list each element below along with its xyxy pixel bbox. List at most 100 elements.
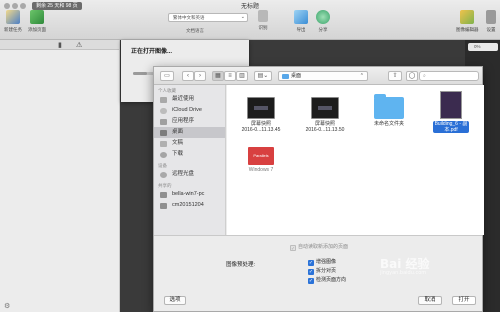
option-label: 检测页面方向 [316,277,347,283]
sidebar-item-remote-disc[interactable]: 远程光盘 [154,169,225,180]
sidebar-item-desktop[interactable]: 桌面 [154,127,225,138]
new-task-label: 新建任务 [4,27,22,32]
gear-icon[interactable]: ⚙ [4,302,10,310]
add-page-label: 添加页面 [28,27,46,32]
zoom-window-button[interactable] [20,3,26,9]
chevron-updown-icon: ⌃ [359,73,364,79]
sidebar-item-label: 最近使用 [172,96,195,102]
icon-view-button[interactable]: ▦ [212,71,224,81]
language-value: 繁体中文和英语 [173,15,205,20]
sidebar-item-label: bella-win7-pc [172,191,205,197]
export-icon [294,10,308,24]
sidebar-item-label: 应用程序 [172,118,195,124]
list-view-button[interactable]: ≡ [224,71,236,81]
file-name: 未命名文件夹 [373,121,404,127]
file-item[interactable]: 屏幕快照 2016-0...11.13.45 [231,97,291,133]
export-button[interactable]: 导出 [294,10,308,33]
folder-item[interactable]: 未命名文件夹 [359,94,419,127]
arrange-button[interactable]: ▤⌄ [254,71,272,81]
warning-icon[interactable]: ⚠ [76,41,82,49]
applications-icon [160,119,167,125]
sidebar-item-documents[interactable]: 文稿 [154,138,225,149]
parallels-vm-icon: Parallels [248,147,274,165]
search-field[interactable]: ⌕ [419,71,479,81]
file-name: 屏幕快照 2016-0...11.13.50 [305,121,345,133]
sidebar-item-applications[interactable]: 应用程序 [154,116,225,127]
split-pages-checkbox[interactable]: ✓ 拆分对页 [308,268,336,276]
enhance-image-checkbox[interactable]: ✓ 增强图像 [308,259,336,267]
location-popup[interactable]: 桌面 ⌃ [278,71,368,81]
recognize-icon [258,10,268,22]
document-icon[interactable]: ▮ [58,41,62,49]
file-item[interactable]: 屏幕快照 2016-0...11.13.50 [295,97,355,133]
computer-icon [160,192,167,198]
document-language-select[interactable]: 繁体中文和英语 ⌄ [168,13,248,22]
share-icon [316,10,330,24]
folder-icon [282,74,289,79]
recognize-label: 识别 [258,25,268,30]
desktop-icon [160,130,167,136]
dialog-sidebar: 个人收藏 最近使用 iCloud Drive 应用程序 桌面 文稿 下载 设备 … [154,85,226,235]
image-editor-button[interactable]: 图像编辑器 [456,10,479,33]
progress-fill [133,72,147,75]
checkbox-icon: ✓ [308,260,314,266]
option-label: 拆分对页 [316,268,337,274]
auto-read-label: 自动读取新添加的页面 [298,244,349,250]
cloud-icon [160,108,167,114]
sidebar-item-icloud[interactable]: iCloud Drive [154,105,225,116]
open-button[interactable]: 打开 [452,296,476,305]
dialog-toolbar: ▭ ‹ › ▦ ≡ ▥ ▤⌄ 桌面 ⌃ ⇧ ◯ ⌕ [154,67,482,85]
watermark-text: Bai 经验 [380,257,430,271]
progress-title: 正在打开图像... [131,49,173,55]
sidebar-toggle-button[interactable]: ▭ [160,71,174,81]
detect-orientation-checkbox[interactable]: ✓ 检测页面方向 [308,277,346,285]
cancel-button[interactable]: 取消 [418,296,442,305]
zoom-field[interactable]: 0% [468,43,498,51]
folder-icon [374,94,404,119]
share-button[interactable]: 分享 [316,10,330,33]
column-view-button[interactable]: ▥ [236,71,248,81]
sidebar-item-label: cm20151204 [172,202,204,208]
watermark-subtext: jingyan.baidu.com [380,270,427,276]
tag-button[interactable]: ◯ [406,71,418,81]
add-page-button[interactable]: 添加页面 [28,10,46,33]
recognize-button[interactable]: 识别 [258,10,268,31]
document-icon [160,141,167,147]
back-button[interactable]: ‹ [182,71,194,81]
download-icon [160,152,167,158]
file-name: Windows 7 [248,167,274,173]
sidebar-item-label: 远程光盘 [172,171,195,177]
new-task-icon [6,10,20,24]
auto-read-checkbox[interactable]: ✓ 自动读取新添加的页面 [290,244,348,252]
sidebar-item-recents[interactable]: 最近使用 [154,94,225,105]
checkbox-icon: ✓ [290,245,296,252]
screenshot-thumbnail [247,97,275,119]
preprocess-label: 图像预处理: [226,262,256,268]
sidebar-item-cm20151204[interactable]: cm20151204 [154,200,225,211]
sidebar-item-bella-win7-pc[interactable]: bella-win7-pc [154,189,225,200]
computer-icon [160,203,167,209]
settings-label: 设置 [486,27,496,32]
file-item-selected[interactable]: Building_6 - 副本.pdf [421,91,481,133]
import-options: ✓ 自动读取新添加的页面 图像预处理: ✓ 增强图像 ✓ 拆分对页 ✓ 检测页面… [154,235,482,291]
file-browser: 屏幕快照 2016-0...11.13.45 屏幕快照 2016-0...11.13… [227,85,484,235]
document-language-label: 文档语言 [186,28,204,33]
forward-button[interactable]: › [194,71,206,81]
close-window-button[interactable] [4,3,10,9]
sidebar-item-label: 桌面 [172,129,184,135]
new-task-button[interactable]: 新建任务 [4,10,22,33]
sidebar-item-label: 下载 [172,151,184,157]
share-button[interactable]: ⇧ [388,71,402,81]
options-button[interactable]: 选项 [164,296,186,305]
settings-button[interactable]: 设置 [486,10,496,33]
page-list-header: ▮ ⚠ [0,40,119,50]
sidebar-item-downloads[interactable]: 下载 [154,149,225,160]
trial-badge: 剩余 25 天和 98 页 [32,2,82,10]
pdf-thumbnail [440,91,462,119]
file-name: 屏幕快照 2016-0...11.13.45 [241,121,281,133]
open-file-dialog: ▭ ‹ › ▦ ≡ ▥ ▤⌄ 桌面 ⌃ ⇧ ◯ ⌕ 个人收藏 最近使用 iClo… [153,66,484,312]
baidu-watermark: Bai 经验 jingyan.baidu.com [380,255,430,276]
checkbox-icon: ✓ [308,269,314,275]
minimize-window-button[interactable] [12,3,18,9]
file-item[interactable]: Parallels Windows 7 [231,147,291,173]
